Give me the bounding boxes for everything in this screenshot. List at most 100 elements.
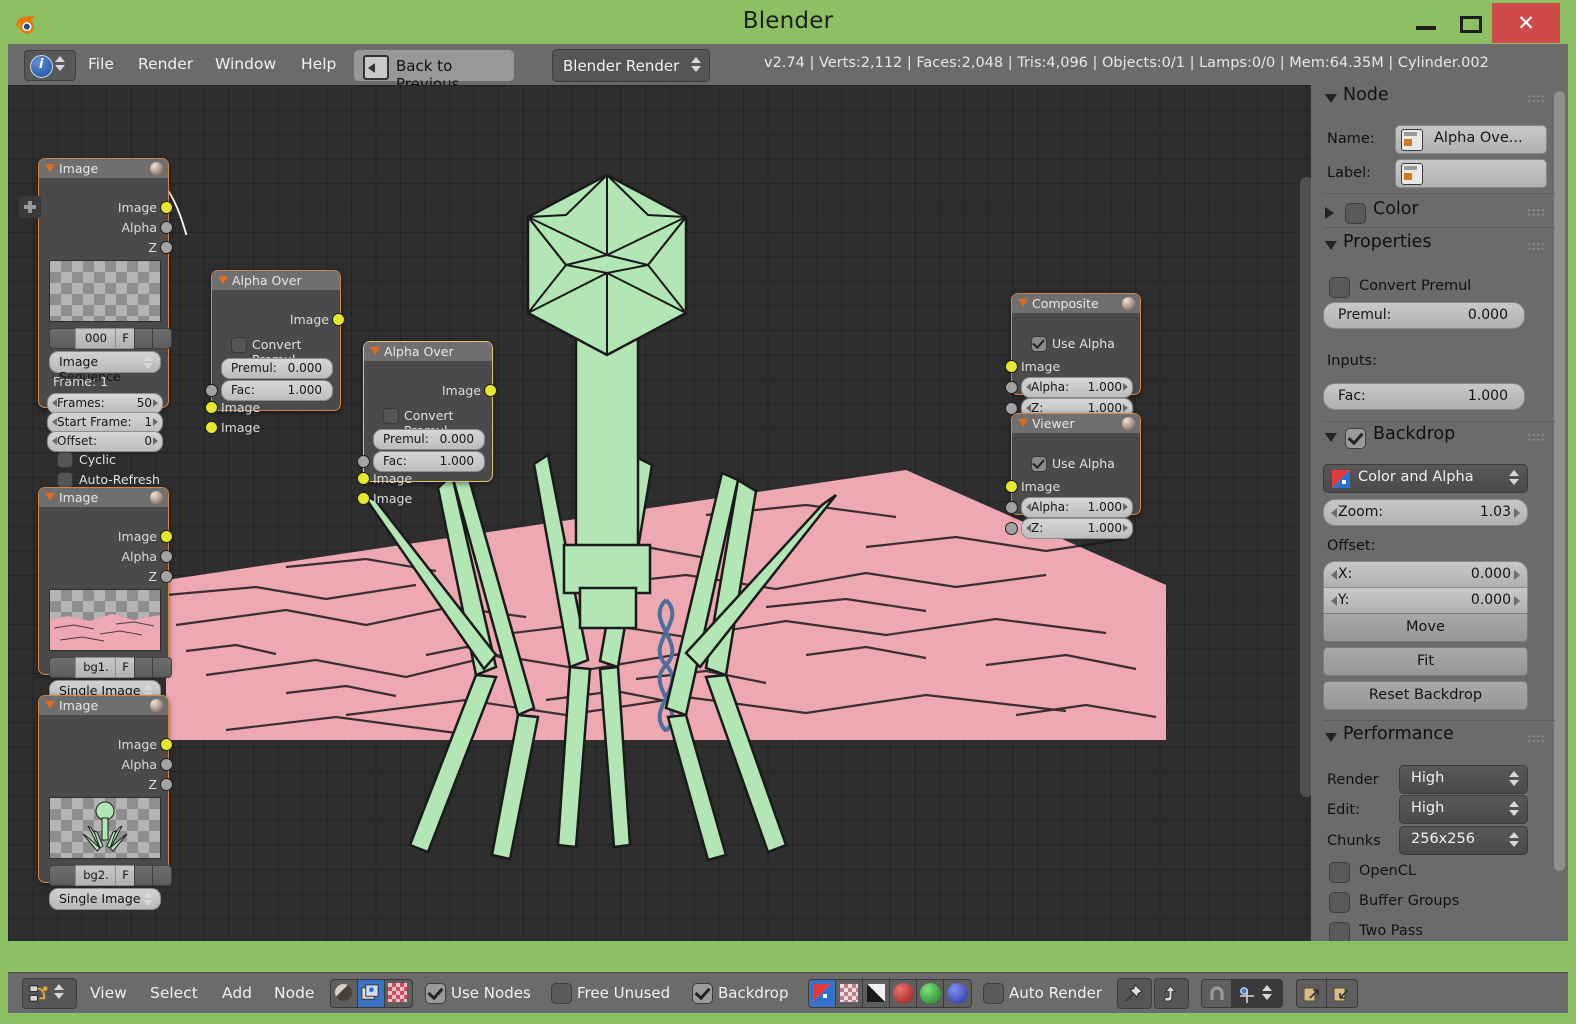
- backdrop-enable-checkbox[interactable]: [1345, 428, 1366, 449]
- backdrop-checkbox[interactable]: [692, 983, 713, 1004]
- snap-magnet-icon[interactable]: [1201, 979, 1233, 1008]
- color-panel-title[interactable]: Color: [1373, 199, 1419, 219]
- performance-panel-title[interactable]: Performance: [1343, 724, 1454, 744]
- backdrop-fit-button[interactable]: Fit: [1323, 647, 1528, 676]
- chunks-dropdown[interactable]: 256x256: [1399, 826, 1528, 855]
- image-source-dropdown[interactable]: Image Sequence: [49, 351, 161, 384]
- render-quality-dropdown[interactable]: High: [1399, 765, 1528, 794]
- convert-premul-checkbox[interactable]: [383, 408, 399, 424]
- image-name-field[interactable]: bg2.: [75, 865, 117, 886]
- texture-icon[interactable]: [384, 979, 413, 1008]
- backdrop-channel-dropdown[interactable]: Color and Alpha: [1323, 464, 1528, 493]
- backdrop-move-button[interactable]: Move: [1323, 613, 1528, 642]
- image-name-field[interactable]: bg1.: [75, 657, 117, 678]
- output-socket-alpha[interactable]: [160, 550, 173, 563]
- unlink-image-icon[interactable]: [152, 865, 172, 886]
- image-name-field[interactable]: 000: [75, 328, 117, 349]
- alpha-icon[interactable]: [835, 979, 864, 1008]
- render-engine-selector[interactable]: Blender Render: [552, 49, 710, 82]
- fac-field[interactable]: Fac: 1.000: [373, 451, 485, 472]
- input-socket-z[interactable]: [1005, 522, 1018, 535]
- reset-backdrop-button[interactable]: Reset Backdrop: [1323, 681, 1528, 710]
- back-to-previous-button[interactable]: Back to Previous: [353, 49, 515, 93]
- collapse-triangle-icon[interactable]: [1018, 299, 1028, 307]
- node-alpha-over-1[interactable]: Alpha Over Image Convert Premul Premul: …: [205, 270, 345, 435]
- backdrop-offset-y-field[interactable]: Y: 0.000: [1323, 587, 1528, 614]
- image-browse-icon[interactable]: [49, 328, 77, 349]
- pin-button[interactable]: [1117, 978, 1152, 1009]
- editor-type-selector-bottom[interactable]: [22, 978, 77, 1009]
- image-browse-icon[interactable]: [49, 657, 77, 678]
- compositor-icon[interactable]: [357, 979, 386, 1008]
- backdrop-panel-collapse-icon[interactable]: [1325, 433, 1337, 442]
- input-socket-image-1[interactable]: [205, 401, 218, 414]
- input-socket-fac[interactable]: [357, 455, 370, 468]
- premul-field[interactable]: Premul: 0.000: [373, 429, 485, 450]
- input-socket-image-1[interactable]: [357, 472, 370, 485]
- close-button[interactable]: ✕: [1492, 3, 1560, 43]
- convert-premul-checkbox[interactable]: [231, 337, 247, 353]
- node-header[interactable]: Image: [39, 488, 168, 507]
- minimize-button[interactable]: [1404, 4, 1448, 42]
- node-label-field[interactable]: [1395, 159, 1547, 188]
- backdrop-zoom-field[interactable]: Zoom: 1.03: [1323, 499, 1528, 526]
- editor-vertical-scrollbar[interactable]: [1300, 177, 1311, 797]
- open-image-icon[interactable]: [134, 657, 154, 678]
- buffer-groups-checkbox[interactable]: [1329, 892, 1350, 913]
- image-datablock-row[interactable]: bg2. F: [49, 865, 172, 886]
- cyclic-checkbox[interactable]: [57, 452, 73, 468]
- properties-panel-title[interactable]: Properties: [1343, 232, 1431, 252]
- output-socket-image[interactable]: [332, 313, 345, 326]
- node-composite[interactable]: Composite Use Alpha Image Alpha: 1.000 Z…: [1005, 293, 1141, 419]
- properties-scrollbar[interactable]: [1554, 91, 1565, 871]
- input-socket-alpha[interactable]: [1005, 501, 1018, 514]
- node-viewer[interactable]: Viewer Use Alpha Image Alpha: 1.000 Z: 1…: [1005, 413, 1141, 539]
- premul-field[interactable]: Premul: 0.000: [1323, 302, 1525, 329]
- offset-field[interactable]: Offset: 0: [47, 431, 163, 452]
- backdrop-panel-title[interactable]: Backdrop: [1373, 424, 1455, 444]
- use-nodes-checkbox[interactable]: [425, 983, 446, 1004]
- backdrop-offset-x-field[interactable]: X: 0.000: [1323, 561, 1528, 588]
- collapse-triangle-icon[interactable]: [370, 347, 380, 355]
- fake-user-button[interactable]: F: [115, 328, 136, 349]
- output-socket-image[interactable]: [160, 201, 173, 214]
- copy-icon[interactable]: [1296, 979, 1328, 1008]
- image-datablock-row[interactable]: bg1. F: [49, 657, 172, 678]
- color-enable-checkbox[interactable]: [1345, 203, 1366, 224]
- snap-node-element-selector[interactable]: [1231, 979, 1283, 1008]
- fac-field[interactable]: Fac: 1.000: [221, 380, 333, 401]
- performance-panel-collapse-icon[interactable]: [1325, 733, 1337, 742]
- output-socket-alpha[interactable]: [160, 221, 173, 234]
- output-socket-image[interactable]: [484, 384, 497, 397]
- image-source-dropdown[interactable]: Single Image: [49, 888, 161, 910]
- menu-render[interactable]: Render: [138, 55, 193, 73]
- fac-field[interactable]: Fac: 1.000: [1323, 383, 1525, 410]
- auto-refresh-checkbox[interactable]: [57, 472, 73, 488]
- fake-user-button[interactable]: F: [115, 657, 136, 678]
- node-header[interactable]: Composite: [1012, 294, 1140, 313]
- node-panel-title[interactable]: Node: [1343, 85, 1389, 105]
- go-to-parent-button[interactable]: [1154, 978, 1189, 1009]
- collapse-triangle-icon[interactable]: [1018, 419, 1028, 427]
- menu-view[interactable]: View: [90, 984, 127, 1002]
- output-socket-image[interactable]: [160, 738, 173, 751]
- open-image-icon[interactable]: [134, 865, 154, 886]
- menu-file[interactable]: File: [88, 55, 114, 73]
- edit-quality-dropdown[interactable]: High: [1399, 795, 1528, 824]
- alpha-field[interactable]: Alpha: 1.000: [1021, 377, 1133, 398]
- opencl-checkbox[interactable]: [1329, 862, 1350, 883]
- input-socket-alpha[interactable]: [1005, 381, 1018, 394]
- node-header[interactable]: Alpha Over: [212, 271, 340, 290]
- node-image-3[interactable]: Image Image Alpha Z bg2. F Single Image: [38, 695, 173, 910]
- input-socket-image-2[interactable]: [205, 421, 218, 434]
- color-and-alpha-icon[interactable]: [808, 979, 837, 1008]
- maximize-button[interactable]: [1448, 4, 1492, 42]
- open-image-icon[interactable]: [134, 328, 154, 349]
- node-alpha-over-2[interactable]: Alpha Over Image Convert Premul Premul: …: [357, 341, 497, 506]
- node-panel-collapse-icon[interactable]: [1325, 94, 1337, 103]
- menu-window[interactable]: Window: [215, 55, 276, 73]
- node-header[interactable]: Image: [39, 159, 168, 178]
- shader-icon[interactable]: [330, 979, 359, 1008]
- output-socket-z[interactable]: [160, 241, 173, 254]
- properties-panel-collapse-icon[interactable]: [1325, 241, 1337, 250]
